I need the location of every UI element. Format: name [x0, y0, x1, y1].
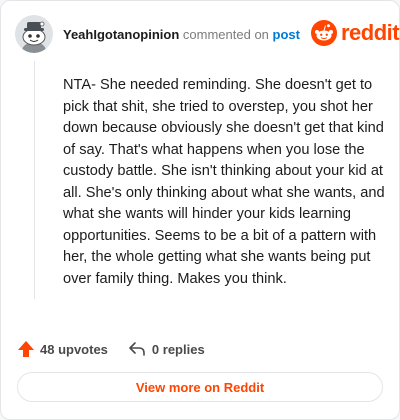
snoo-avatar-icon [15, 15, 53, 53]
comment-card: YeahIgotanopinion commented on post redd… [0, 0, 400, 420]
username-link[interactable]: YeahIgotanopinion [63, 27, 179, 42]
reddit-wordmark: reddit [341, 20, 400, 45]
reddit-snoo-icon [311, 20, 337, 46]
thread-line [34, 61, 35, 299]
view-more-button[interactable]: View more on Reddit [17, 372, 383, 402]
upvote-count: 48 upvotes [40, 341, 108, 357]
reddit-logo[interactable]: reddit [311, 18, 400, 48]
upvote-arrow-icon[interactable] [17, 340, 35, 358]
comment-actions: 48 upvotes 0 replies [17, 339, 205, 359]
reply-arrow-icon[interactable] [128, 340, 146, 358]
action-text: commented on [182, 27, 269, 42]
reply-group[interactable]: 0 replies [128, 340, 205, 358]
post-link[interactable]: post [273, 27, 300, 42]
reply-count: 0 replies [151, 341, 205, 357]
avatar[interactable] [15, 15, 53, 53]
upvote-group[interactable]: 48 upvotes [17, 340, 108, 358]
comment-body: NTA- She needed reminding. She doesn't g… [63, 77, 385, 287]
comment-header: YeahIgotanopinion commented on post [63, 27, 300, 42]
